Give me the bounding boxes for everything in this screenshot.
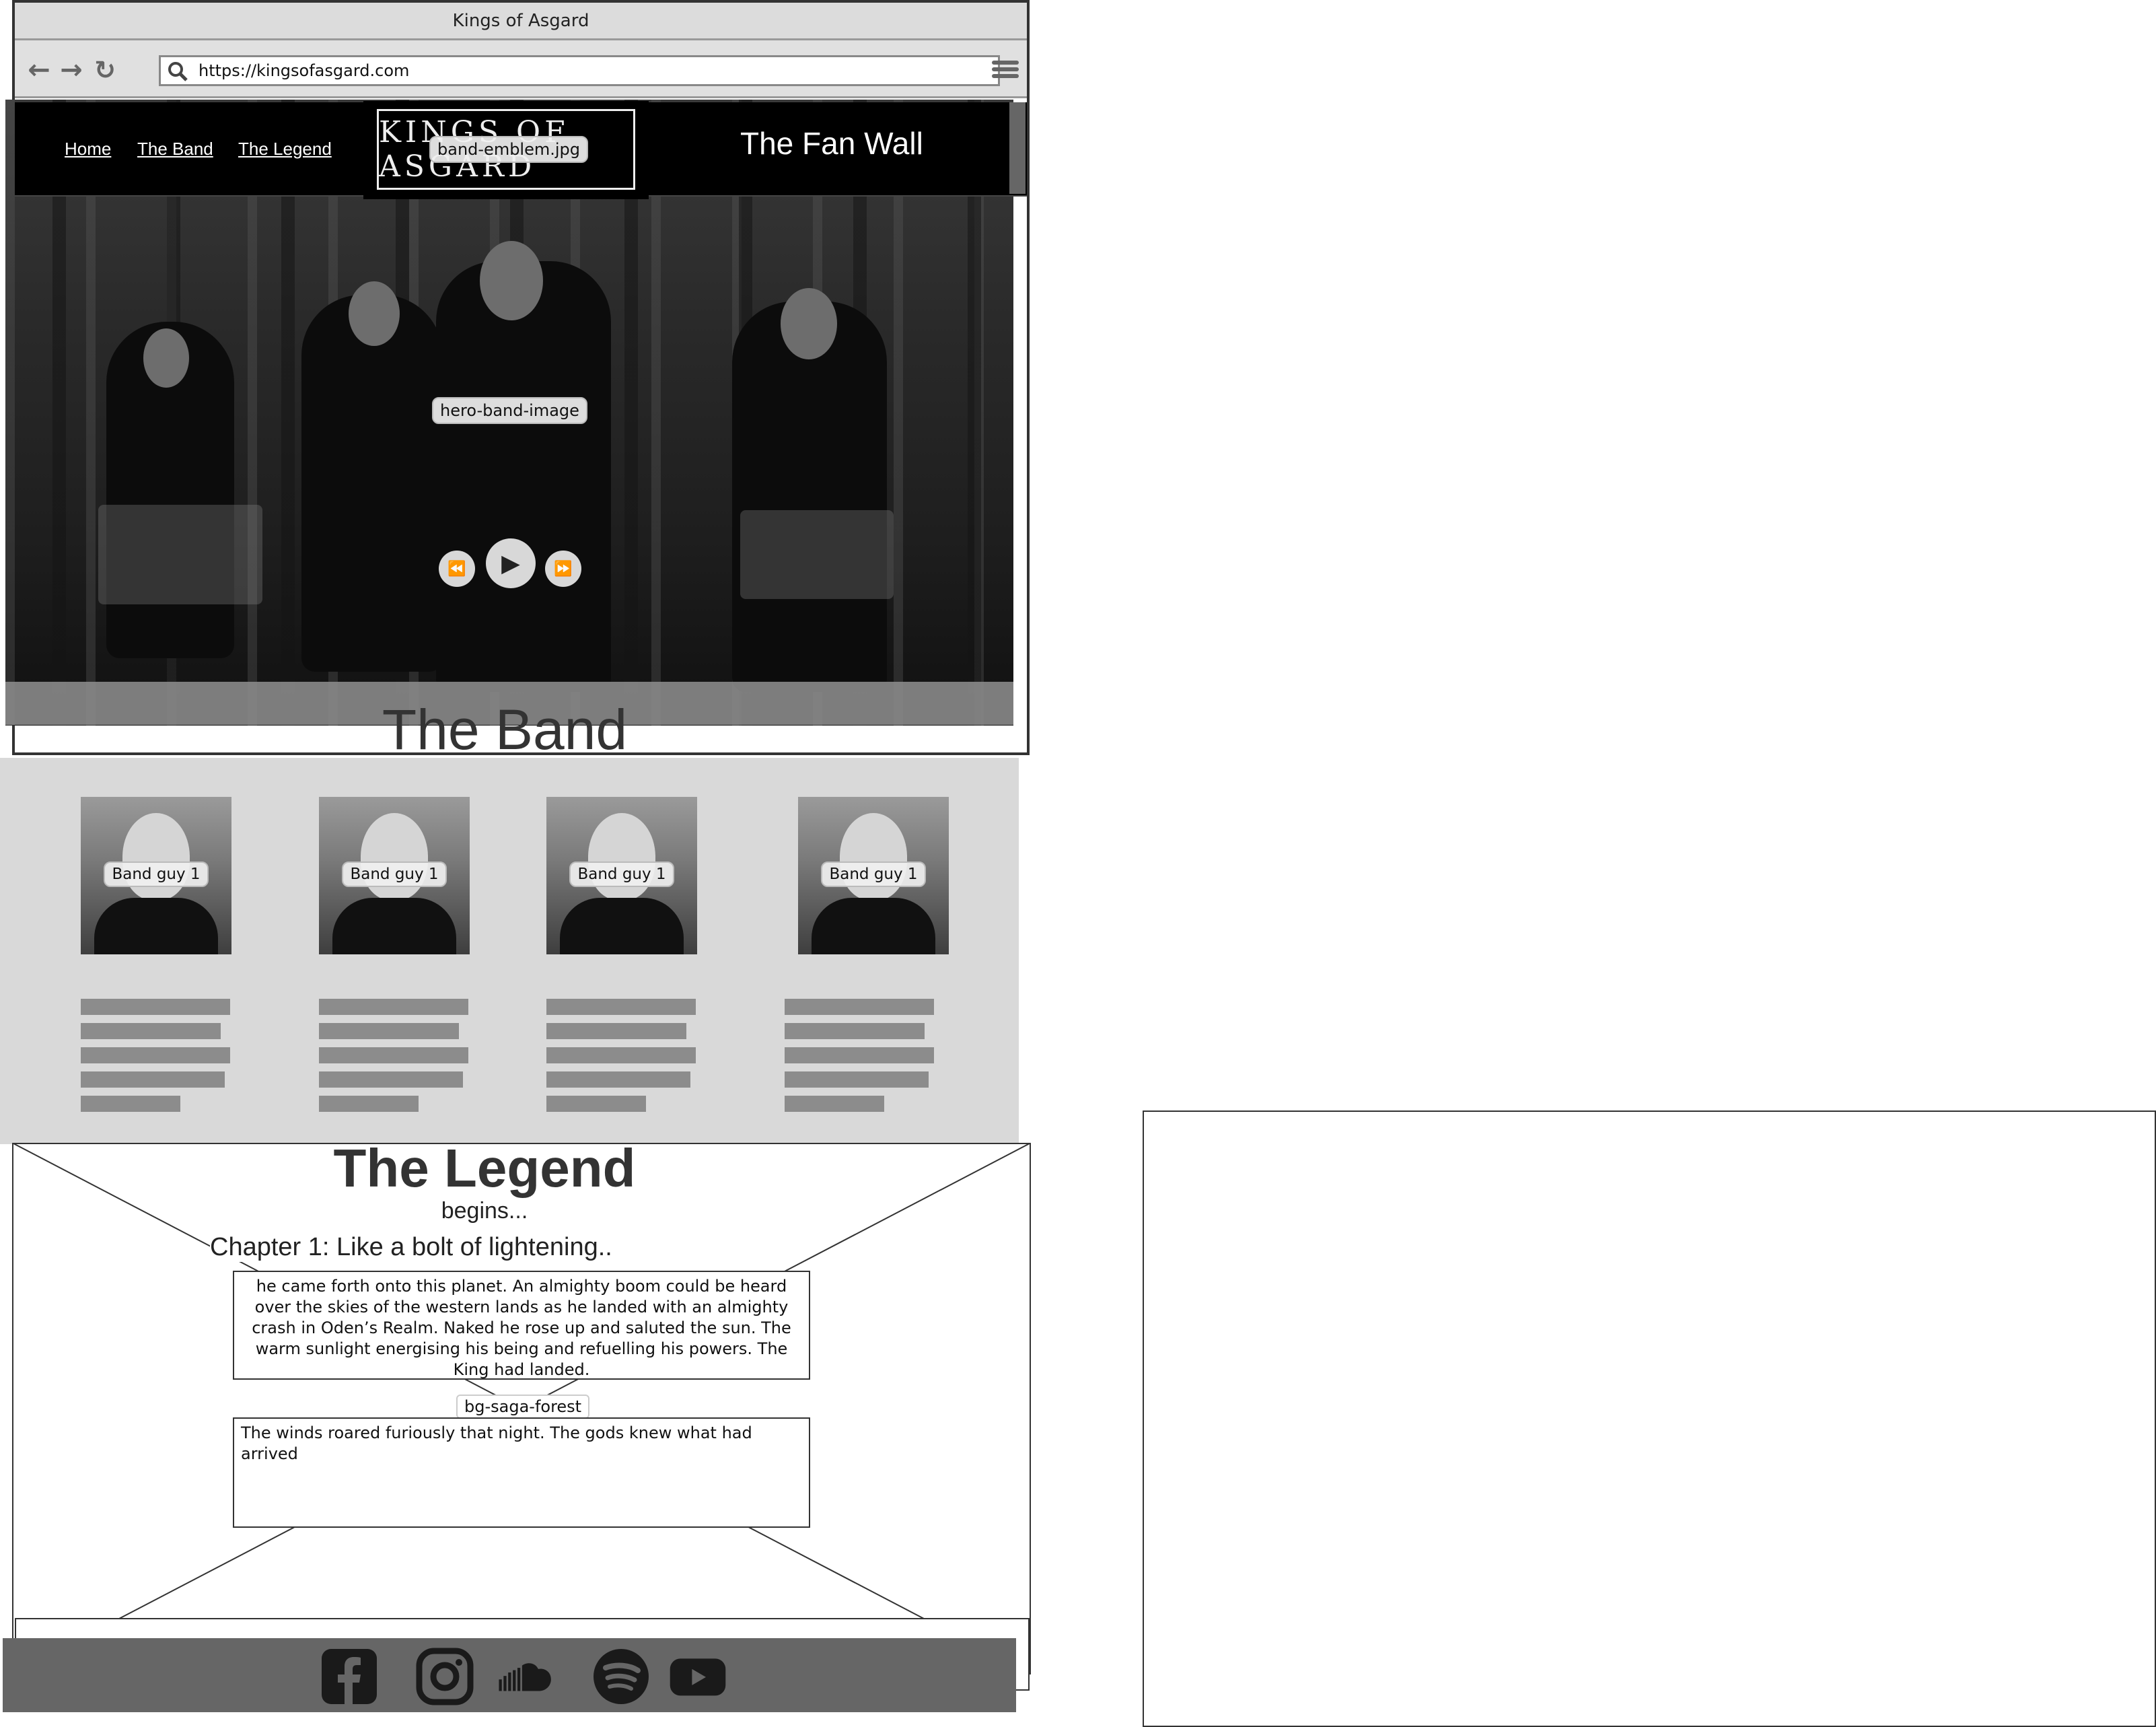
nav-link-the-band[interactable]: The Band [137, 139, 213, 160]
hero-image-label: hero-band-image [432, 397, 587, 424]
bg-image-label: bg-saga-forest [456, 1395, 590, 1419]
emblem-label: band-emblem.jpg [429, 136, 589, 163]
album-card-right[interactable] [740, 510, 894, 599]
fast-forward-icon[interactable]: ⏩ [545, 551, 581, 587]
band-member-head [480, 241, 543, 320]
spotify-icon[interactable] [592, 1648, 650, 1705]
member-bio-placeholder [81, 999, 231, 1112]
legend-title: The Legend [333, 1138, 636, 1198]
member-bio-placeholder [319, 999, 470, 1112]
nav-link-home[interactable]: Home [65, 139, 111, 160]
window-title: Kings of Asgard [15, 3, 1027, 40]
member-label: Band guy 1 [821, 861, 926, 887]
url-input[interactable]: https://kingsofasgard.com [159, 55, 1000, 86]
browser-toolbar: ← → ↻ https://kingsofasgard.com [15, 40, 1027, 98]
rewind-icon[interactable]: ⏪ [439, 551, 475, 587]
band-heading: The Band [382, 698, 628, 761]
search-icon [168, 62, 188, 81]
url-text: https://kingsofasgard.com [199, 61, 410, 80]
chapter-title: Chapter 1: Like a bolt of lightening.. [210, 1233, 612, 1262]
story-paragraph-2: The winds roared furiously that night. T… [233, 1417, 810, 1528]
band-member-silhouette [732, 302, 887, 692]
band-member-photo[interactable]: Band guy 1 [81, 797, 231, 954]
album-card-left[interactable] [98, 505, 262, 604]
member-label: Band guy 1 [104, 861, 209, 887]
band-member-photo[interactable]: Band guy 1 [319, 797, 470, 954]
band-member-silhouette [301, 295, 443, 672]
forward-arrow-icon[interactable]: → [57, 55, 86, 85]
fan-wall-link[interactable]: The Fan Wall [740, 125, 923, 162]
nav-link-the-legend[interactable]: The Legend [238, 139, 332, 160]
play-icon[interactable]: ▶ [486, 538, 536, 588]
member-label: Band guy 1 [342, 861, 447, 887]
band-member-photo[interactable]: Band guy 1 [798, 797, 949, 954]
story-paragraph-1: he came forth onto this planet. An almig… [233, 1271, 810, 1380]
band-member-head [781, 288, 837, 359]
instagram-icon[interactable] [416, 1648, 474, 1705]
band-member-head [349, 281, 400, 346]
youtube-icon[interactable] [669, 1648, 727, 1705]
empty-canvas-panel [1143, 1111, 2156, 1727]
scrollbar-thumb[interactable] [1009, 102, 1026, 194]
member-label: Band guy 1 [569, 861, 674, 887]
band-member-silhouette [436, 261, 611, 692]
band-member-photo[interactable]: Band guy 1 [546, 797, 697, 954]
band-member-head [143, 328, 189, 388]
back-arrow-icon[interactable]: ← [24, 55, 54, 85]
hamburger-menu-icon[interactable] [992, 58, 1019, 85]
legend-subtitle: begins... [441, 1198, 528, 1224]
soundcloud-icon[interactable] [497, 1648, 554, 1705]
member-bio-placeholder [785, 999, 935, 1112]
member-bio-placeholder [546, 999, 697, 1112]
reload-icon[interactable]: ↻ [90, 55, 120, 85]
facebook-icon[interactable] [320, 1648, 378, 1705]
